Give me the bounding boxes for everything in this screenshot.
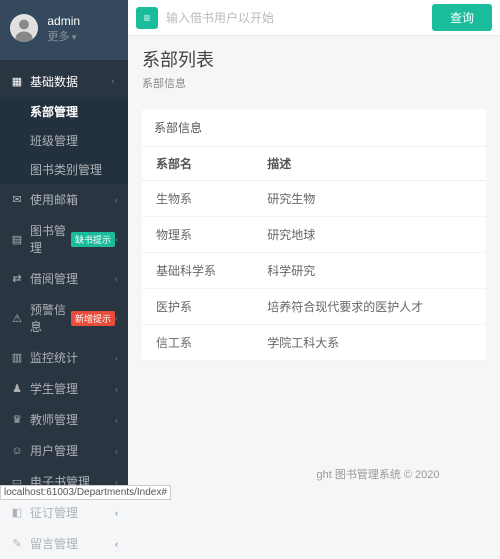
chevron-right-icon: ‹ — [115, 195, 118, 205]
status-bar-url: localhost:61003/Departments/Index# — [0, 485, 171, 500]
user-section: admin 更多 — [0, 0, 128, 60]
nav-label: 借阅管理 — [30, 270, 115, 287]
table-row[interactable]: 物理系研究地球 — [142, 217, 486, 253]
nav-icon: ♟ — [10, 382, 24, 395]
sidebar-item[interactable]: ♟ 学生管理‹ — [0, 373, 128, 404]
nav-label: 留言管理 — [30, 535, 115, 552]
nav-icon: ▥ — [10, 351, 24, 364]
sidebar-item[interactable]: ▦ 基础数据⌄ — [0, 66, 128, 97]
table-row[interactable]: 基础科学系科学研究 — [142, 253, 486, 289]
chevron-right-icon: ‹ — [115, 415, 118, 425]
table-cell: 基础科学系 — [142, 253, 253, 289]
sidebar-item[interactable]: ▤ 图书管理缺书提示‹ — [0, 215, 128, 263]
table-header: 描述 — [253, 147, 486, 181]
sidebar-item[interactable]: ◧ 征订管理‹ — [0, 497, 128, 528]
nav-label: 教师管理 — [30, 411, 115, 428]
chevron-right-icon: ‹ — [115, 274, 118, 284]
chevron-right-icon: ‹ — [115, 446, 118, 456]
panel-title: 系部信息 — [142, 109, 486, 147]
query-button[interactable]: 查询 — [432, 4, 492, 31]
table-cell: 培养符合现代要求的医护人才 — [253, 289, 486, 325]
sidebar-item[interactable]: ♛ 教师管理‹ — [0, 404, 128, 435]
menu-toggle-icon[interactable]: ≡ — [136, 7, 158, 29]
chevron-right-icon: ‹ — [115, 508, 118, 518]
table-cell: 研究地球 — [253, 217, 486, 253]
page-header: 系部列表 系部信息 — [128, 36, 500, 101]
chevron-right-icon: ‹ — [115, 384, 118, 394]
table-cell: 学院工科大系 — [253, 325, 486, 361]
sidebar-item[interactable]: ☺ 用户管理‹ — [0, 435, 128, 466]
nav-icon: ⚠ — [10, 312, 24, 325]
search-input[interactable] — [166, 11, 424, 25]
table-header: 系部名 — [142, 147, 253, 181]
nav-label: 学生管理 — [30, 380, 115, 397]
nav-label: 用户管理 — [30, 442, 115, 459]
table-row[interactable]: 生物系研究生物 — [142, 181, 486, 217]
sidebar-sub-item[interactable]: 班级管理 — [0, 126, 128, 155]
nav-label: 图书管理 — [30, 222, 71, 256]
sidebar-item[interactable]: ✎ 留言管理‹ — [0, 528, 128, 559]
nav-icon: ⇄ — [10, 272, 24, 285]
nav-icon: ☺ — [10, 445, 24, 457]
table-row[interactable]: 信工系学院工科大系 — [142, 325, 486, 361]
table-row[interactable]: 医护系培养符合现代要求的医护人才 — [142, 289, 486, 325]
user-more-dropdown[interactable]: 更多 — [47, 28, 80, 44]
main: ≡ 查询 系部列表 系部信息 系部信息 系部名描述 生物系研究生物物理系研究地球… — [128, 0, 500, 500]
sidebar-item[interactable]: ⚠ 预警信息新增提示‹ — [0, 294, 128, 342]
sidebar-item[interactable]: ⇄ 借阅管理‹ — [0, 263, 128, 294]
nav-icon: ▤ — [10, 233, 24, 246]
table-cell: 信工系 — [142, 325, 253, 361]
sidebar-item[interactable]: ▥ 监控统计‹ — [0, 342, 128, 373]
breadcrumb: 系部信息 — [142, 75, 486, 91]
table-cell: 医护系 — [142, 289, 253, 325]
nav-icon: ◧ — [10, 506, 24, 519]
table-cell: 物理系 — [142, 217, 253, 253]
sidebar-sub-item[interactable]: 系部管理 — [0, 97, 128, 126]
table-cell: 科学研究 — [253, 253, 486, 289]
chevron-right-icon: ‹ — [115, 313, 118, 323]
table-cell: 研究生物 — [253, 181, 486, 217]
nav-icon: ✎ — [10, 537, 24, 550]
footer: ght 图书管理系统 © 2020 — [256, 466, 500, 482]
chevron-right-icon: ‹ — [115, 353, 118, 363]
nav-badge: 新增提示 — [71, 311, 115, 326]
page-title: 系部列表 — [142, 46, 486, 72]
sidebar-sub-item[interactable]: 图书类别管理 — [0, 155, 128, 184]
nav-badge: 缺书提示 — [71, 232, 115, 247]
chevron-right-icon: ‹ — [115, 234, 118, 244]
nav-label: 基础数据 — [30, 73, 110, 90]
chevron-right-icon: ‹ — [115, 539, 118, 549]
sidebar-item[interactable]: ✉ 使用邮箱‹ — [0, 184, 128, 215]
nav-label: 监控统计 — [30, 349, 115, 366]
nav-label: 预警信息 — [30, 301, 71, 335]
nav-icon: ▦ — [10, 75, 24, 88]
nav-icon: ✉ — [10, 193, 24, 206]
user-name: admin — [47, 14, 80, 28]
panel: 系部信息 系部名描述 生物系研究生物物理系研究地球基础科学系科学研究医护系培养符… — [142, 109, 486, 361]
dept-table: 系部名描述 生物系研究生物物理系研究地球基础科学系科学研究医护系培养符合现代要求… — [142, 147, 486, 361]
table-cell: 生物系 — [142, 181, 253, 217]
sidebar: admin 更多 ▦基础数据⌄系部管理班级管理图书类别管理✉使用邮箱‹▤图书管理… — [0, 0, 128, 500]
nav-label: 征订管理 — [30, 504, 115, 521]
topbar: ≡ 查询 — [128, 0, 500, 36]
nav-icon: ♛ — [10, 413, 24, 426]
avatar[interactable] — [10, 14, 38, 42]
nav-label: 使用邮箱 — [30, 191, 115, 208]
chevron-right-icon: ⌄ — [109, 78, 120, 86]
